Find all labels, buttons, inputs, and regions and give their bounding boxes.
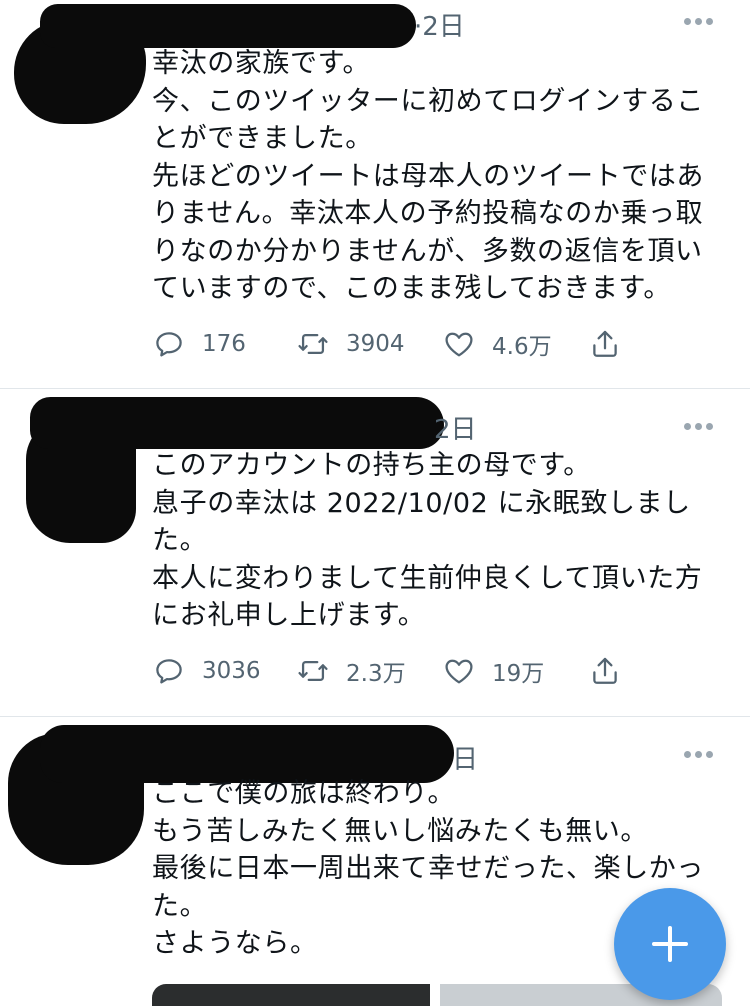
compose-tweet-button[interactable] xyxy=(614,888,726,1000)
tweet-timestamp: 2日 xyxy=(434,415,477,445)
tweet-timestamp: 日 xyxy=(452,745,479,775)
tweet-text: 幸汰の家族です。 今、このツイッターに初めてログインするこ とができました。 先… xyxy=(152,48,704,304)
heart-icon xyxy=(445,332,473,357)
reply-icon xyxy=(156,659,182,684)
tweet-2[interactable]: 2日 このアカウントの持ち主の母です。 息子の幸汰は 2022/10/02 に永… xyxy=(0,389,750,715)
like-button[interactable]: 4.6万 xyxy=(442,326,552,362)
tweet-actions: 3036 2.3万 19万 xyxy=(152,653,632,689)
heart-icon xyxy=(445,659,473,684)
tweet-text: このアカウントの持ち主の母です。 息子の幸汰は 2022/10/02 に永眠致し… xyxy=(152,450,703,631)
reply-count: 3036 xyxy=(202,658,261,684)
share-button[interactable] xyxy=(588,326,622,362)
reply-count: 176 xyxy=(202,331,246,357)
reply-icon xyxy=(156,332,182,357)
like-button[interactable]: 19万 xyxy=(442,653,544,689)
media-thumbnail[interactable] xyxy=(152,984,430,1006)
more-options-icon[interactable] xyxy=(684,423,714,431)
share-icon xyxy=(593,657,617,684)
reply-button[interactable]: 176 xyxy=(152,326,246,362)
tweet-timestamp: ·2日 xyxy=(414,12,465,42)
like-count: 4.6万 xyxy=(492,334,552,360)
redacted-author-name xyxy=(30,397,444,449)
tweet-actions: 176 3904 4.6万 xyxy=(152,326,632,362)
reply-button[interactable]: 3036 xyxy=(152,653,261,689)
retweet-icon xyxy=(298,333,328,355)
retweet-count: 2.3万 xyxy=(346,661,406,687)
retweet-button[interactable]: 2.3万 xyxy=(296,653,406,689)
redacted-author-name xyxy=(40,4,416,48)
more-options-icon[interactable] xyxy=(684,751,714,759)
like-count: 19万 xyxy=(492,661,545,687)
retweet-count: 3904 xyxy=(346,331,405,357)
retweet-icon xyxy=(298,660,328,682)
plus-icon xyxy=(652,926,688,962)
share-button[interactable] xyxy=(588,653,622,689)
share-icon xyxy=(593,330,617,357)
more-options-icon[interactable] xyxy=(684,18,714,26)
tweet-1[interactable]: ·2日 幸汰の家族です。 今、このツイッターに初めてログインするこ とができまし… xyxy=(0,0,750,388)
retweet-button[interactable]: 3904 xyxy=(296,326,405,362)
